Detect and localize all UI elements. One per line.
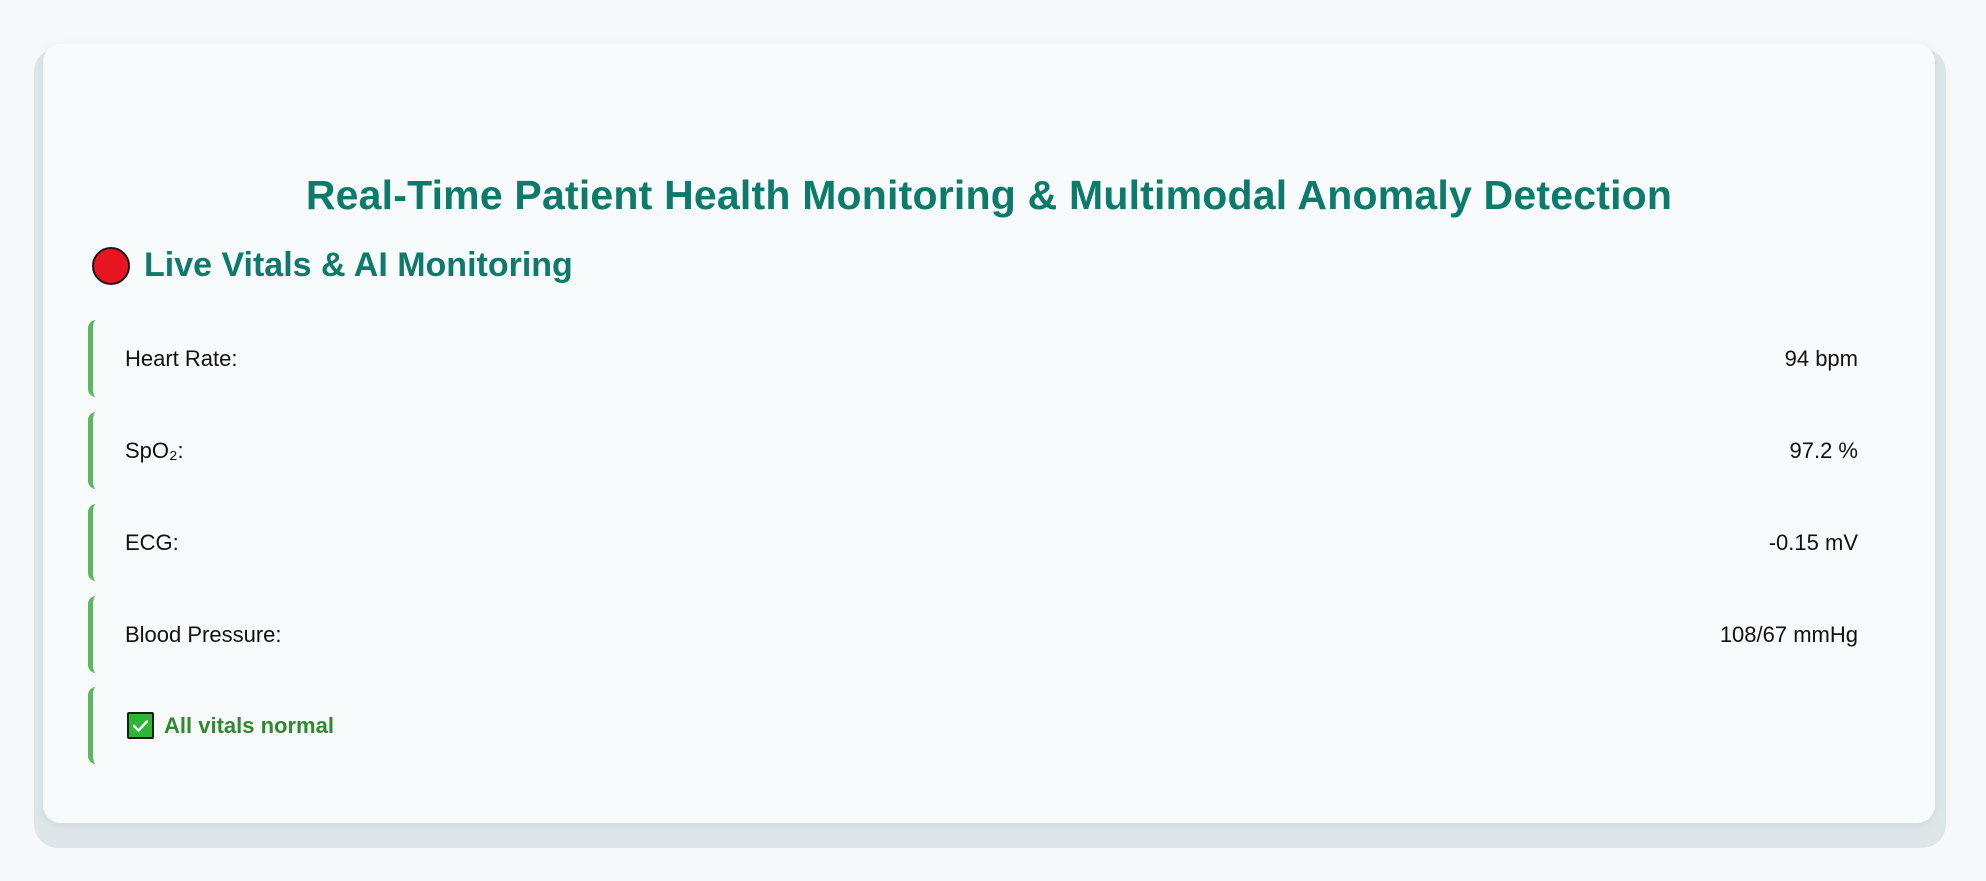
vital-row-blood-pressure: Blood Pressure: 108/67 mmHg xyxy=(88,596,1870,673)
vital-row-ecg: ECG: -0.15 mV xyxy=(88,504,1870,581)
check-box-icon xyxy=(127,712,154,739)
vital-value: 94 bpm xyxy=(1784,345,1858,371)
vital-label: Heart Rate: xyxy=(125,345,238,371)
vital-label: SpO₂: xyxy=(125,437,184,463)
vital-label: Blood Pressure: xyxy=(125,621,282,647)
vital-value: 108/67 mmHg xyxy=(1719,621,1858,647)
vital-label: ECG: xyxy=(125,529,179,555)
page-title: Real-Time Patient Health Monitoring & Mu… xyxy=(305,172,1673,218)
vital-value: -0.15 mV xyxy=(1768,529,1858,555)
section-title: Live Vitals & AI Monitoring xyxy=(144,246,573,284)
status-text: All vitals normal xyxy=(164,712,334,738)
red-circle-icon xyxy=(92,246,130,285)
vital-row-heart-rate: Heart Rate: 94 bpm xyxy=(88,320,1870,397)
status-row: All vitals normal xyxy=(88,687,1870,764)
vital-row-spo2: SpO₂: 97.2 % xyxy=(88,412,1870,489)
section-header: Live Vitals & AI Monitoring xyxy=(92,246,573,285)
vital-value: 97.2 % xyxy=(1789,437,1859,463)
